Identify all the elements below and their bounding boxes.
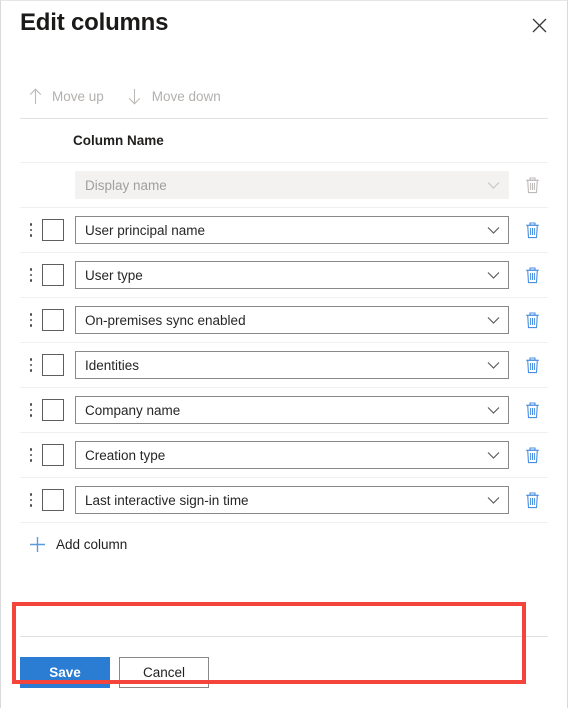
delete-column-button[interactable] <box>517 485 547 515</box>
drag-handle[interactable] <box>24 488 38 512</box>
panel-footer: Save Cancel <box>20 636 548 708</box>
row-checkbox[interactable] <box>42 399 64 421</box>
drag-handle[interactable] <box>24 308 38 332</box>
delete-column-button[interactable] <box>517 305 547 335</box>
drag-handle[interactable] <box>24 443 38 467</box>
column-value: On-premises sync enabled <box>85 312 246 328</box>
plus-icon <box>24 534 50 554</box>
column-name-header: Column Name <box>20 119 548 163</box>
delete-column-button[interactable] <box>517 260 547 290</box>
cancel-button[interactable]: Cancel <box>119 657 209 688</box>
delete-column-button[interactable] <box>517 215 547 245</box>
column-value: Last interactive sign-in time <box>85 492 249 508</box>
delete-column-button <box>517 170 547 200</box>
column-select-user-type[interactable]: User type <box>75 261 509 289</box>
move-up-label: Move up <box>52 88 104 104</box>
column-select-on-premises-sync-enabled[interactable]: On-premises sync enabled <box>75 306 509 334</box>
column-value: Identities <box>85 357 140 373</box>
column-select-company-name[interactable]: Company name <box>75 396 509 424</box>
table-row: On-premises sync enabled <box>20 298 548 343</box>
move-down-label: Move down <box>151 88 221 104</box>
column-value: Company name <box>85 402 181 418</box>
table-row: Identities <box>20 343 548 388</box>
column-list: Column Name Display name User principal … <box>1 119 567 684</box>
chevron-down-icon <box>486 178 500 192</box>
arrow-down-icon <box>122 87 148 107</box>
table-row: User principal name <box>20 208 548 253</box>
chevron-down-icon <box>486 493 500 507</box>
chevron-down-icon <box>486 268 500 282</box>
row-checkbox[interactable] <box>42 309 64 331</box>
column-select-user-principal-name[interactable]: User principal name <box>75 216 509 244</box>
move-down-button[interactable]: Move down <box>120 81 227 113</box>
column-select-last-interactive-sign-in-time[interactable]: Last interactive sign-in time <box>75 486 509 514</box>
table-row: Display name <box>20 163 548 208</box>
save-button[interactable]: Save <box>20 657 110 688</box>
drag-handle[interactable] <box>24 353 38 377</box>
add-column-button[interactable]: Add column <box>20 523 548 565</box>
row-checkbox[interactable] <box>42 489 64 511</box>
row-checkbox[interactable] <box>42 354 64 376</box>
page-title: Edit columns <box>20 9 169 36</box>
move-up-button[interactable]: Move up <box>20 81 110 113</box>
table-row: Company name <box>20 388 548 433</box>
panel-header: Edit columns <box>1 1 567 61</box>
add-column-label: Add column <box>56 536 128 552</box>
column-select-creation-type[interactable]: Creation type <box>75 441 509 469</box>
column-select-identities[interactable]: Identities <box>75 351 509 379</box>
table-row: User type <box>20 253 548 298</box>
edit-columns-panel: Edit columns Move up Move down Column Na… <box>0 0 568 708</box>
chevron-down-icon <box>486 223 500 237</box>
row-checkbox[interactable] <box>42 444 64 466</box>
delete-column-button[interactable] <box>517 350 547 380</box>
column-value: User type <box>85 267 143 283</box>
column-value: User principal name <box>85 222 206 238</box>
column-select-display-name: Display name <box>75 171 509 199</box>
chevron-down-icon <box>486 313 500 327</box>
column-value: Creation type <box>85 447 166 463</box>
close-icon <box>532 18 547 33</box>
chevron-down-icon <box>486 448 500 462</box>
delete-column-button[interactable] <box>517 440 547 470</box>
arrow-up-icon <box>22 87 48 107</box>
row-checkbox[interactable] <box>42 219 64 241</box>
delete-column-button[interactable] <box>517 395 547 425</box>
table-row: Creation type <box>20 433 548 478</box>
chevron-down-icon <box>486 403 500 417</box>
column-value: Display name <box>85 177 167 193</box>
row-checkbox[interactable] <box>42 264 64 286</box>
drag-handle[interactable] <box>24 263 38 287</box>
table-row: Last interactive sign-in time <box>20 478 548 523</box>
command-bar: Move up Move down <box>20 75 548 119</box>
close-button[interactable] <box>523 9 555 41</box>
drag-handle[interactable] <box>24 398 38 422</box>
chevron-down-icon <box>486 358 500 372</box>
drag-handle[interactable] <box>24 218 38 242</box>
